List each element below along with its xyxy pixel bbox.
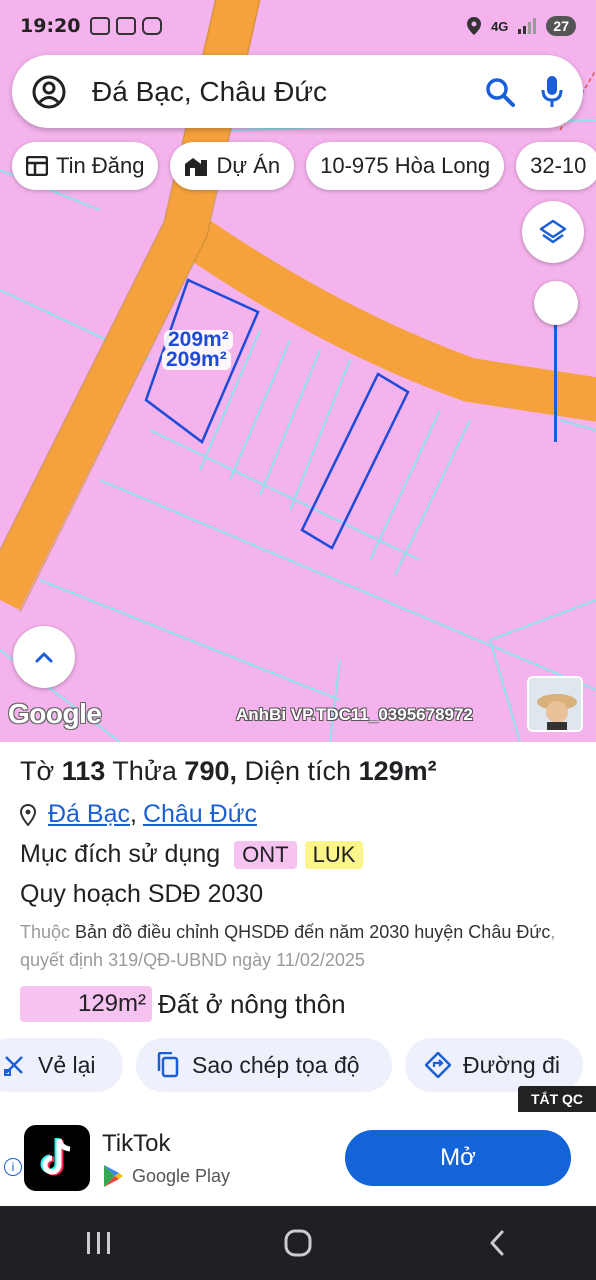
system-nav-bar: [0, 1206, 596, 1280]
land-type-row: 129m² Đất ở nông thôn: [20, 986, 346, 1022]
parcel-title: Tờ 113 Thửa 790, Diện tích 129m²: [20, 756, 437, 787]
land-area-box: 129m²: [20, 986, 152, 1022]
commune-link[interactable]: Đá Bạc: [48, 800, 130, 829]
land-use-row: Mục đích sử dụng ONT LUK: [20, 840, 364, 869]
avatar-image: [529, 678, 581, 730]
layers-icon: [539, 219, 567, 244]
copy-coords-label: Sao chép tọa độ: [192, 1051, 360, 1078]
back-icon: [490, 1230, 504, 1256]
redraw-icon: [2, 1053, 26, 1077]
plan-prefix: Thuộc: [20, 922, 71, 942]
land-use-label: Mục đích sử dụng: [20, 840, 221, 868]
action-buttons: Vẻ lại Sao chép tọa độ Đường đi: [0, 1038, 596, 1092]
ad-store: Google Play: [102, 1164, 230, 1188]
district-link[interactable]: Châu Đức: [143, 800, 257, 829]
avatar[interactable]: [527, 676, 583, 732]
chip-32-10[interactable]: 32-10: [516, 142, 596, 190]
google-logo: Google: [8, 698, 102, 729]
screenshot-icon: [90, 17, 111, 35]
ad-app-name[interactable]: TikTok: [102, 1130, 170, 1158]
parcel-area-label: 209m²: [162, 349, 231, 370]
battery-level: 27: [546, 16, 576, 36]
land-use-tag-ont[interactable]: ONT: [234, 840, 297, 869]
directions-icon: [425, 1052, 451, 1078]
search-bar[interactable]: Đá Bạc, Châu Đức: [12, 55, 583, 128]
building-icon: [184, 155, 208, 177]
status-bar: 19:20 4G 27: [0, 0, 596, 52]
recent-apps-icon: [87, 1232, 111, 1254]
filter-chips: Tin Đăng Dự Án 10-975 Hòa Long 32-10: [12, 142, 596, 190]
microphone-icon[interactable]: [541, 75, 563, 108]
directions-label: Đường đi: [463, 1051, 560, 1078]
tiktok-logo-icon[interactable]: [24, 1125, 90, 1191]
sheet-number: 113: [61, 756, 106, 786]
watermark-text: AnhBi VP.TDC11_0395678972: [236, 705, 473, 724]
copy-coords-button[interactable]: Sao chép tọa độ: [136, 1038, 392, 1092]
chevron-up-icon: [35, 652, 53, 663]
pin-icon: [20, 803, 36, 826]
chip-label: 32-10: [530, 153, 587, 178]
layers-button[interactable]: [522, 201, 584, 263]
emoji-icon: [142, 17, 163, 35]
parcel-location: Đá Bạc , Châu Đức: [20, 800, 257, 829]
location-separator: ,: [129, 800, 137, 828]
plan-title: Quy hoạch SDĐ 2030: [20, 880, 264, 908]
home-icon: [284, 1229, 312, 1257]
chip-du-an[interactable]: Dự Án: [170, 142, 295, 190]
chip-label: Tin Đăng: [56, 153, 145, 178]
plot-number: 790,: [184, 756, 237, 786]
back-button[interactable]: [467, 1213, 527, 1273]
network-type: 4G: [491, 18, 509, 34]
recent-apps-button[interactable]: [69, 1213, 129, 1273]
status-time: 19:20: [20, 15, 81, 37]
home-button[interactable]: [268, 1213, 328, 1273]
land-use-tag-luk[interactable]: LUK: [304, 840, 364, 869]
redraw-button[interactable]: Vẻ lại: [0, 1038, 123, 1092]
chip-label: 10-975 Hòa Long: [320, 153, 491, 178]
chip-label: Dự Án: [216, 153, 281, 178]
area-value: 129m²: [358, 756, 437, 786]
directions-button[interactable]: Đường đi: [405, 1038, 583, 1092]
parcel-area-label: 209m²: [164, 329, 233, 350]
ad-info-icon[interactable]: i: [4, 1158, 22, 1176]
plan-map-name: Bản đồ điều chỉnh QHSDĐ đến năm 2030 huy…: [75, 922, 551, 942]
sheet-label: Tờ: [20, 756, 55, 786]
area-label: Diện tích: [244, 756, 352, 786]
chip-tin-dang[interactable]: Tin Đăng: [12, 142, 159, 190]
plot-label: Thửa: [112, 756, 177, 786]
calendar-icon: [116, 17, 137, 35]
google-play-icon: [104, 1165, 123, 1187]
account-icon[interactable]: [32, 75, 66, 109]
copy-icon: [156, 1052, 180, 1078]
ad-store-label: Google Play: [132, 1165, 231, 1186]
search-input[interactable]: Đá Bạc, Châu Đức: [92, 76, 485, 108]
plan-description: Thuộc Bản đồ điều chỉnh QHSDĐ đến năm 20…: [20, 918, 580, 974]
ad-open-button[interactable]: Mở: [345, 1130, 571, 1186]
signal-icon: [518, 18, 537, 34]
location-icon: [467, 17, 482, 35]
search-icon[interactable]: [485, 77, 515, 107]
redraw-label: Vẻ lại: [38, 1051, 96, 1078]
land-type-text: Đất ở nông thôn: [158, 988, 346, 1019]
opacity-slider-knob[interactable]: [534, 281, 578, 325]
expand-panel-button[interactable]: [13, 626, 75, 688]
close-ad-button[interactable]: TẮT QC: [518, 1086, 596, 1112]
chip-hoa-long[interactable]: 10-975 Hòa Long: [306, 142, 505, 190]
listing-icon: [26, 156, 48, 176]
